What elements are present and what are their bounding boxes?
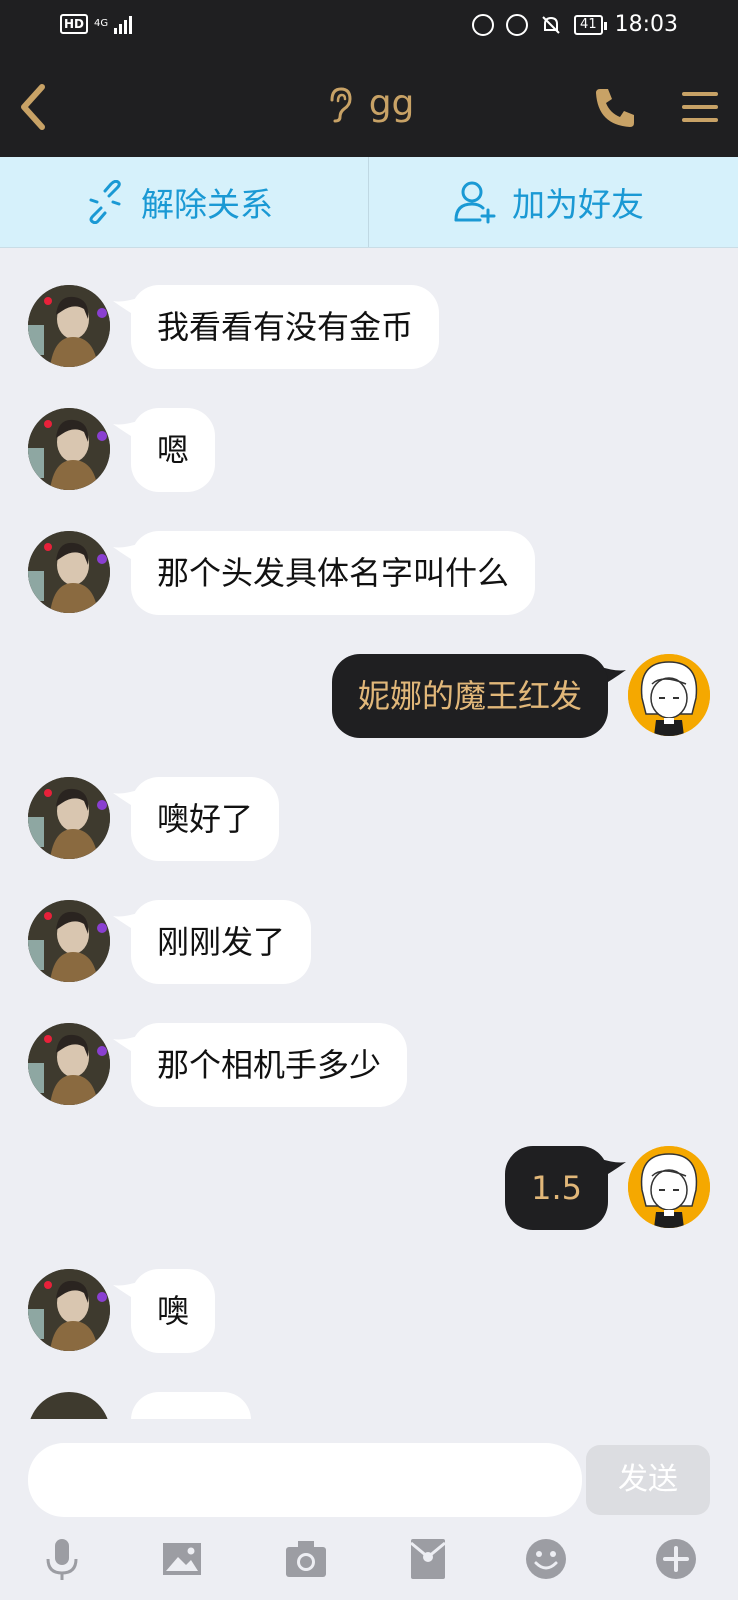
message-bubble[interactable]: 1.5 <box>505 1146 608 1230</box>
phone-icon[interactable] <box>590 83 640 133</box>
action-divider <box>368 157 369 247</box>
menu-icon[interactable] <box>678 85 722 129</box>
mute-icon <box>542 15 560 34</box>
message-row: 我看看有没有金币 <box>0 285 738 369</box>
contact-avatar[interactable] <box>28 408 110 490</box>
image-icon[interactable] <box>162 1537 202 1581</box>
contact-avatar[interactable] <box>28 1023 110 1105</box>
status-left: HD 4G <box>60 14 133 34</box>
input-bar: 发送 <box>0 1419 738 1600</box>
add-friend-label: 加为好友 <box>512 185 644 224</box>
unlink-button[interactable]: 解除关系 <box>85 157 273 247</box>
message-bubble[interactable]: 妮娜的魔王红发 <box>331 654 608 738</box>
message-row: 噢 <box>0 1269 738 1353</box>
message-row: 那个相机手多少 <box>0 1023 738 1107</box>
message-row <box>0 1392 738 1419</box>
message-row: 刚刚发了 <box>0 900 738 984</box>
message-bubble[interactable]: 那个相机手多少 <box>131 1023 408 1107</box>
battery-icon: 41 <box>574 14 607 35</box>
add-friend-button[interactable]: 加为好友 <box>452 157 644 247</box>
contact-avatar[interactable] <box>28 900 110 982</box>
emoji-icon[interactable] <box>524 1537 568 1581</box>
message-row: 那个头发具体名字叫什么 <box>0 531 738 615</box>
message-bubble[interactable]: 嗯 <box>131 408 216 492</box>
my-avatar[interactable] <box>628 1146 710 1228</box>
plus-icon[interactable] <box>654 1537 698 1581</box>
red-packet-icon[interactable] <box>406 1537 450 1581</box>
alarm-icon <box>506 13 529 36</box>
message-row: 噢好了 <box>0 777 738 861</box>
contact-avatar[interactable] <box>28 1392 110 1419</box>
data-saver-icon <box>472 13 495 36</box>
status-right: 41 18:03 <box>472 12 678 37</box>
add-user-icon <box>454 181 496 224</box>
signal-icon <box>114 14 133 34</box>
message-row: 嗯 <box>0 408 738 492</box>
input-toolbar <box>0 1537 738 1597</box>
message-bubble[interactable]: 噢好了 <box>131 777 280 861</box>
message-bubble[interactable]: 噢 <box>131 1269 216 1353</box>
ear-icon <box>330 86 352 122</box>
chat-message-list[interactable]: 我看看有没有金币 嗯 那个头发具体名字叫什么 妮娜的魔王红发 噢好了 刚刚发了 … <box>0 247 738 1419</box>
status-time: 18:03 <box>614 12 678 37</box>
contact-avatar[interactable] <box>28 531 110 613</box>
send-button[interactable]: 发送 <box>586 1445 710 1515</box>
microphone-icon[interactable] <box>40 1537 84 1581</box>
relation-action-bar: 解除关系 加为好友 <box>0 157 738 248</box>
hd-badge: HD <box>60 14 89 34</box>
message-bubble[interactable]: 那个头发具体名字叫什么 <box>131 531 536 615</box>
unlink-label: 解除关系 <box>141 185 273 224</box>
camera-icon[interactable] <box>284 1537 328 1581</box>
page-title: gg <box>368 83 415 124</box>
message-bubble[interactable]: 刚刚发了 <box>131 900 312 984</box>
message-row: 1.5 <box>0 1146 738 1230</box>
message-row: 妮娜的魔王红发 <box>0 654 738 738</box>
contact-avatar[interactable] <box>28 285 110 367</box>
network-type: 4G <box>94 18 109 29</box>
message-bubble[interactable]: 我看看有没有金币 <box>131 285 440 369</box>
message-input[interactable] <box>28 1443 582 1517</box>
contact-avatar[interactable] <box>28 777 110 859</box>
message-bubble-partial[interactable] <box>131 1392 251 1419</box>
status-bar: HD 4G 41 18:03 <box>0 0 738 55</box>
my-avatar[interactable] <box>628 654 710 736</box>
title-bar: gg <box>0 55 738 157</box>
contact-avatar[interactable] <box>28 1269 110 1351</box>
unlink-icon <box>89 180 121 224</box>
